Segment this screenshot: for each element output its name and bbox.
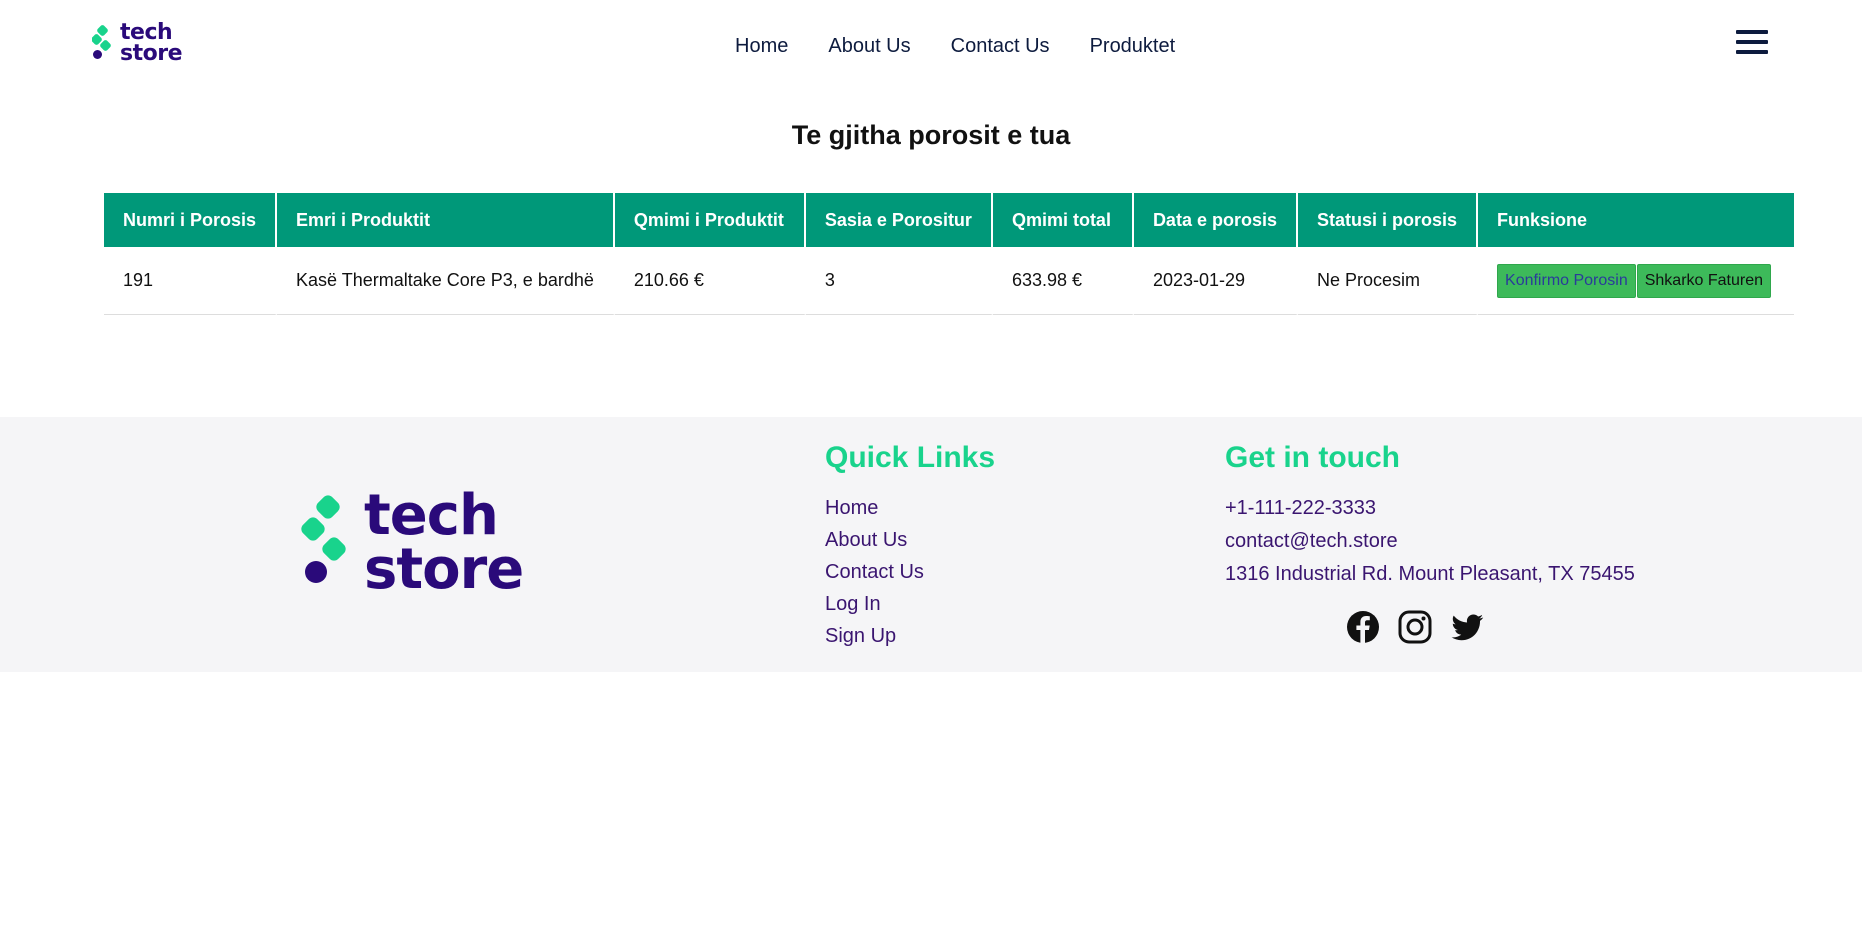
logo-mark-icon xyxy=(92,25,111,59)
logo-mark-icon xyxy=(301,495,346,583)
logo-text-line1: tech xyxy=(120,20,173,45)
page-title: Te gjitha porosit e tua xyxy=(791,120,1071,150)
instagram-icon[interactable] xyxy=(1397,609,1433,645)
cell-order-number: 191 xyxy=(104,247,278,315)
nav-produktet[interactable]: Produktet xyxy=(1090,35,1176,58)
cell-product-name: Kasë Thermaltake Core P3, e bardhë xyxy=(277,247,615,315)
col-actions: Funksione xyxy=(1478,193,1795,247)
logo[interactable]: tech store xyxy=(92,20,183,66)
col-quantity: Sasia e Porositur xyxy=(805,193,993,247)
col-total-price: Qmimi total xyxy=(992,193,1134,247)
nav-home[interactable]: Home xyxy=(735,35,788,58)
quick-links-section: Quick Links Home About Us Contact Us Log… xyxy=(825,441,995,657)
cell-order-date: 2023-01-29 xyxy=(1133,247,1298,315)
site-footer: tech store Quick Links Home About Us Con… xyxy=(0,417,1862,672)
site-header: tech store Home About Us Contact Us Prod… xyxy=(0,0,1862,96)
footer-link-about-us[interactable]: About Us xyxy=(825,529,995,552)
footer-logo[interactable]: tech store xyxy=(300,483,524,602)
orders-table: Numri i Porosis Emri i Produktit Qmimi i… xyxy=(104,193,1795,315)
logo-text: tech store xyxy=(120,20,183,66)
quick-links-title: Quick Links xyxy=(825,441,996,474)
nav-about-us[interactable]: About Us xyxy=(828,35,910,58)
cell-total-price: 633.98 € xyxy=(992,247,1134,315)
cell-order-status: Ne Procesim xyxy=(1297,247,1479,315)
cell-product-price: 210.66 € xyxy=(614,247,806,315)
footer-link-home[interactable]: Home xyxy=(825,497,995,520)
confirm-order-button[interactable]: Konfirmo Porosin xyxy=(1497,263,1636,298)
contact-title: Get in touch xyxy=(1225,441,1400,474)
contact-phone: +1-111-222-3333 xyxy=(1225,497,1377,519)
contact-email: contact@tech.store xyxy=(1225,530,1398,552)
nav-contact-us[interactable]: Contact Us xyxy=(951,35,1050,58)
footer-logo-line1: tech xyxy=(364,483,499,548)
footer-link-contact-us[interactable]: Contact Us xyxy=(825,561,995,584)
footer-link-sign-up[interactable]: Sign Up xyxy=(825,625,995,648)
contact-address: 1316 Industrial Rd. Mount Pleasant, TX 7… xyxy=(1225,563,1635,585)
footer-logo-line2: store xyxy=(364,537,524,602)
logo-text-line2: store xyxy=(120,41,183,66)
footer-link-log-in[interactable]: Log In xyxy=(825,593,995,616)
main-nav: Home About Us Contact Us Produktet xyxy=(735,35,1175,58)
table-header-row: Numri i Porosis Emri i Produktit Qmimi i… xyxy=(104,193,1795,247)
col-order-status: Statusi i porosis xyxy=(1297,193,1479,247)
facebook-icon[interactable] xyxy=(1345,609,1381,645)
social-links xyxy=(1345,609,1485,645)
col-product-name: Emri i Produktit xyxy=(277,193,615,247)
download-invoice-button[interactable]: Shkarko Faturen xyxy=(1636,263,1772,298)
cell-quantity: 3 xyxy=(805,247,993,315)
col-order-number: Numri i Porosis xyxy=(104,193,278,247)
col-product-price: Qmimi i Produktit xyxy=(614,193,806,247)
hamburger-icon[interactable] xyxy=(1736,30,1770,58)
contact-section: Get in touch +1-111-222-3333 contact@tec… xyxy=(1225,441,1635,596)
footer-logo-text: tech store xyxy=(364,483,524,602)
twitter-icon[interactable] xyxy=(1449,609,1485,645)
cell-actions: Konfirmo Porosin Shkarko Faturen xyxy=(1478,247,1795,315)
table-row: 191 Kasë Thermaltake Core P3, e bardhë 2… xyxy=(104,247,1795,315)
col-order-date: Data e porosis xyxy=(1133,193,1298,247)
